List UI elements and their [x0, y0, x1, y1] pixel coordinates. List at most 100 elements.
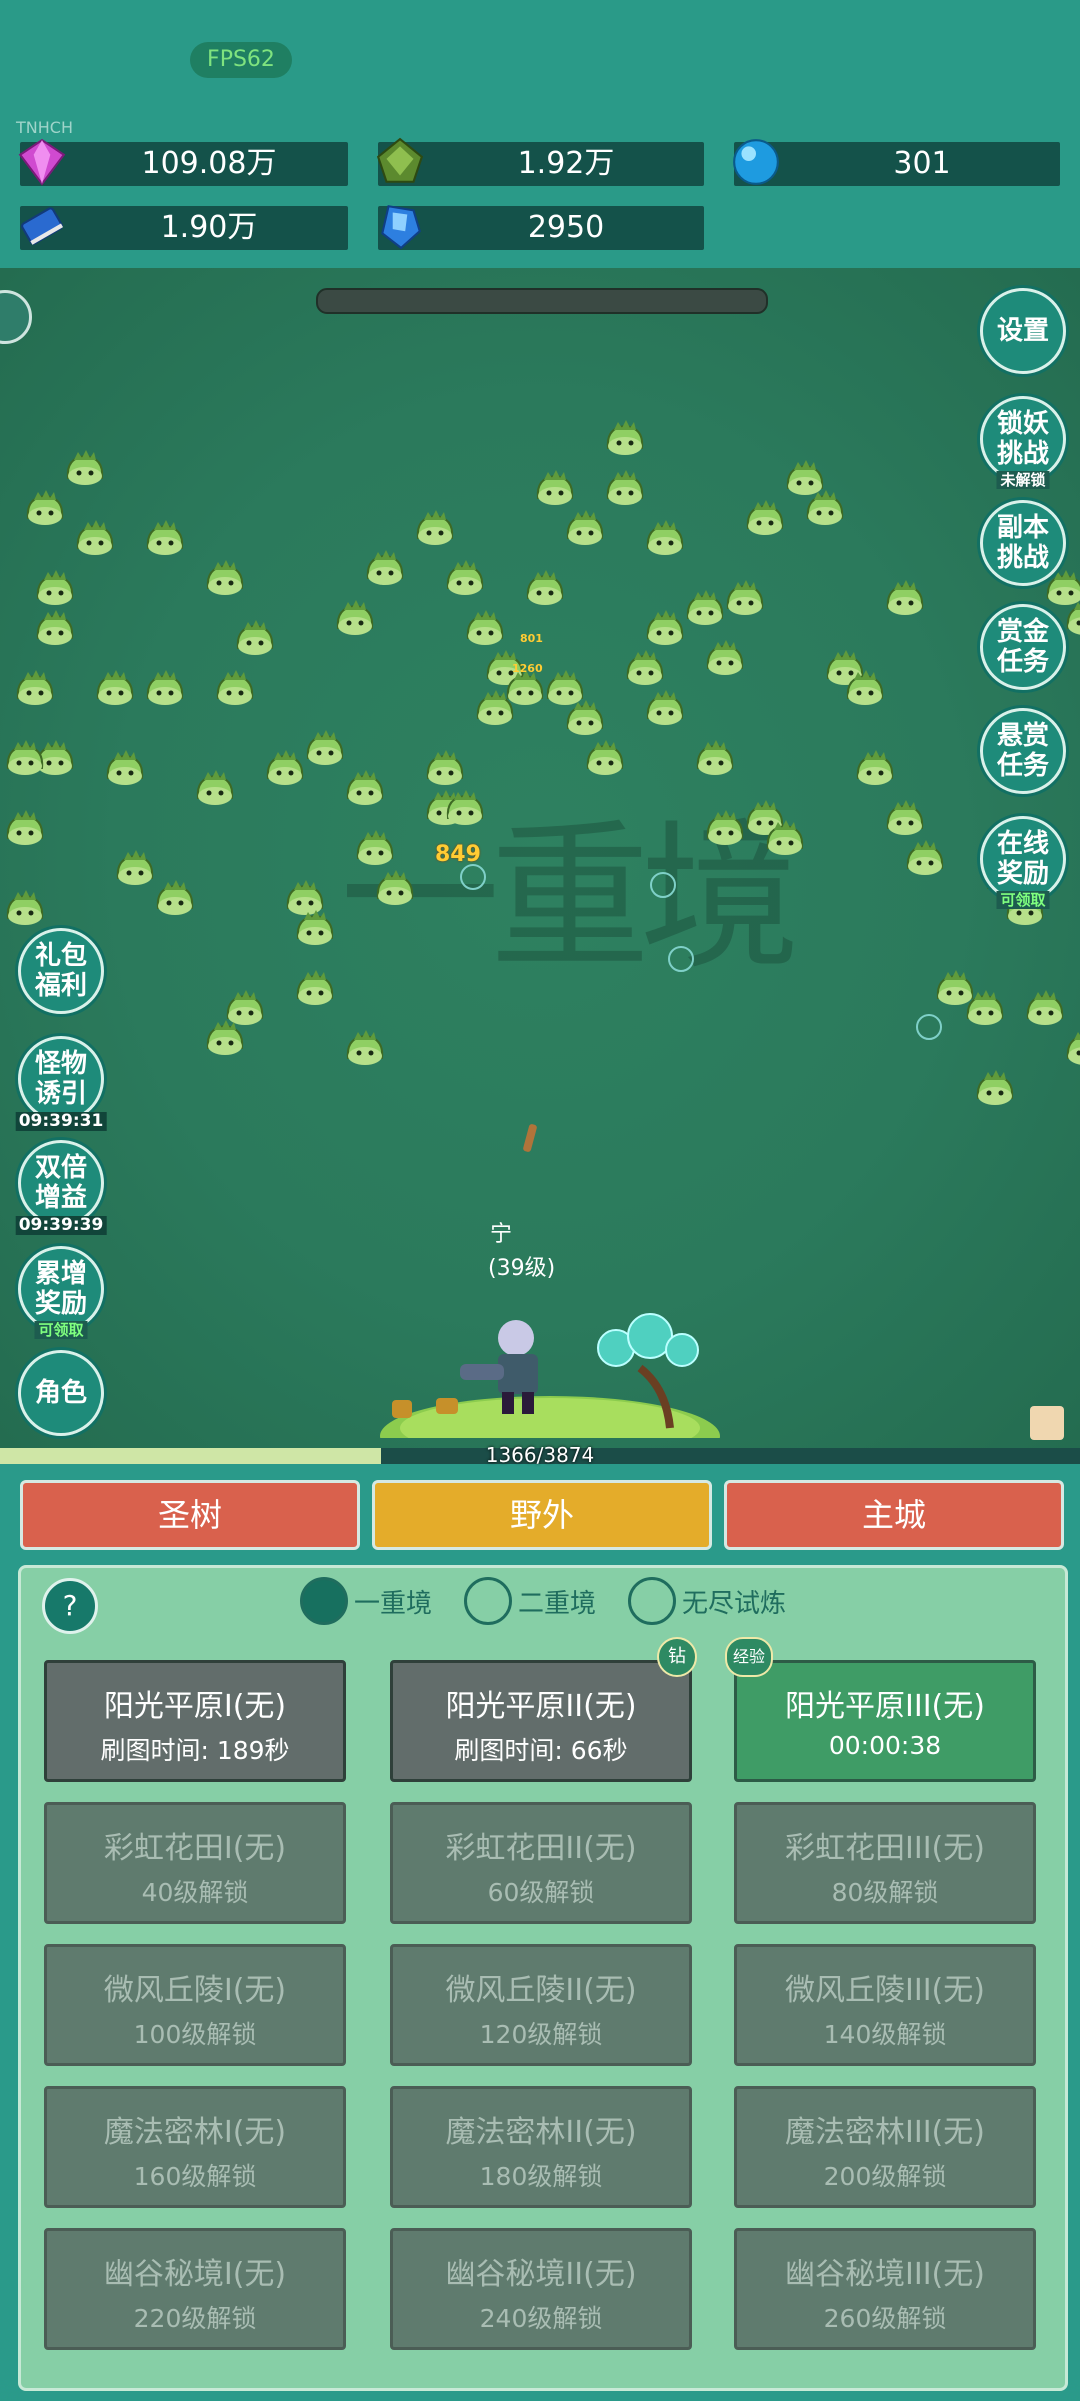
bubble [668, 946, 694, 972]
monster-sprite [706, 640, 744, 675]
dungeon-challenge-button[interactable]: 副本挑战 [980, 500, 1066, 586]
monster-sprite [206, 1020, 244, 1055]
monster-sprite [106, 750, 144, 785]
double-buff-button[interactable]: 双倍增益 09:39:39 [15, 1140, 107, 1235]
zone-card[interactable]: 魔法密林I(无) 160级解锁 [44, 2086, 346, 2208]
zone-card[interactable]: 彩虹花田I(无) 40级解锁 [44, 1802, 346, 1924]
zone-card[interactable]: 微风丘陵III(无) 140级解锁 [734, 1944, 1036, 2066]
zone-sub: 120级解锁 [479, 2020, 603, 2049]
settings-button[interactable]: 设置 [980, 288, 1066, 374]
monster-sprite [26, 490, 64, 525]
cumulative-label: 累增奖励 [34, 1259, 87, 1319]
monster-sprite [96, 670, 134, 705]
orb-value: 301 [893, 146, 951, 181]
gift-welfare-button[interactable]: 礼包福利 [18, 928, 104, 1014]
chat-icon[interactable] [1030, 1406, 1064, 1440]
monster-sprite [606, 470, 644, 505]
help-button[interactable]: ? [42, 1578, 98, 1634]
zone-name: 阳光平原II(无) [445, 1689, 637, 1724]
zone-sub: 40级解锁 [141, 1878, 249, 1907]
monster-sprite [146, 670, 184, 705]
zone-name: 幽谷秘境II(无) [445, 2257, 637, 2292]
character-button[interactable]: 角色 [18, 1350, 104, 1436]
reward-task-button[interactable]: 悬赏任务 [980, 708, 1066, 794]
book-resource: 1.90万 [20, 206, 348, 250]
monster-sprite [886, 800, 924, 835]
book-icon [21, 207, 64, 245]
online-reward-button[interactable]: 在线奖励 可领取 [980, 816, 1066, 909]
monster-sprite [906, 840, 944, 875]
tab-holy-tree[interactable]: 圣树 [20, 1480, 360, 1550]
monster-sprite [236, 620, 274, 655]
monster-sprite [466, 610, 504, 645]
zone-card[interactable]: 经验 阳光平原III(无) 00:00:38 [725, 1637, 1036, 1782]
zone-name: 魔法密林II(无) [445, 2115, 637, 2150]
monster-sprite [196, 770, 234, 805]
monster-sprite [6, 740, 44, 775]
zone-sub: 80级解锁 [831, 1878, 939, 1907]
lock-demon-challenge-button[interactable]: 锁妖挑战 未解锁 [980, 396, 1066, 489]
zone-sub: 100级解锁 [133, 2020, 257, 2049]
battle-field[interactable]: 一重境 849 801 1260 宁 (39级) 设置 锁妖挑战 未解锁 副本挑战… [0, 268, 1080, 1448]
monster-sprite [346, 1030, 384, 1065]
bubble [916, 1014, 942, 1040]
monster-sprite [626, 650, 664, 685]
monster-lure-button[interactable]: 怪物诱引 09:39:31 [15, 1036, 107, 1131]
zone-name: 阳光平原III(无) [785, 1689, 985, 1724]
online-reward-status: 可领取 [996, 891, 1050, 909]
wave-progress-bar [316, 288, 768, 314]
zone-card[interactable]: 彩虹花田III(无) 80级解锁 [734, 1802, 1036, 1924]
tab-field[interactable]: 野外 [372, 1480, 712, 1550]
emerald-resource: 1.92万 [376, 137, 704, 186]
zone-card[interactable]: 彩虹花田II(无) 60级解锁 [390, 1802, 692, 1924]
zone-sub: 刷图时间: 66秒 [454, 1736, 628, 1765]
zone-card[interactable]: 钻 阳光平原II(无) 刷图时间: 66秒 [390, 1637, 697, 1782]
bounty-task-label: 赏金任务 [996, 617, 1049, 677]
player-name: 宁 [490, 1222, 513, 1247]
player-character[interactable] [370, 1288, 730, 1438]
crystal-value: 2950 [527, 210, 605, 245]
zone-card[interactable]: 微风丘陵II(无) 120级解锁 [390, 1944, 692, 2066]
zone-card[interactable]: 幽谷秘境II(无) 240级解锁 [390, 2228, 692, 2350]
monster-sprite [526, 570, 564, 605]
zone-card[interactable]: 幽谷秘境I(无) 220级解锁 [44, 2228, 346, 2350]
minimap-button[interactable] [0, 290, 32, 344]
crystal-icon [381, 205, 421, 250]
realm-radio-1[interactable] [300, 1577, 348, 1625]
cumulative-reward-button[interactable]: 累增奖励 可领取 [18, 1246, 104, 1339]
monster-sprite [16, 670, 54, 705]
monster-sprite [36, 570, 74, 605]
monster-sprite [976, 1070, 1014, 1105]
monster-sprite [346, 770, 384, 805]
monster-sprite [536, 470, 574, 505]
zone-sub: 00:00:38 [828, 1731, 942, 1760]
realm-label-2: 二重境 [518, 1589, 597, 1619]
orb-resource: 301 [733, 139, 1060, 186]
monster-sprite [696, 740, 734, 775]
zone-name: 彩虹花田III(无) [785, 1831, 985, 1866]
monster-sprite [646, 690, 684, 725]
zone-name: 魔法密林I(无) [103, 2115, 287, 2150]
monster-sprite [356, 830, 394, 865]
zone-card[interactable]: 魔法密林III(无) 200级解锁 [734, 2086, 1036, 2208]
xp-text: 1366/3874 [485, 1443, 595, 1467]
monster-sprite [66, 450, 104, 485]
realm-radio-2[interactable] [464, 1577, 512, 1625]
zone-card[interactable]: 微风丘陵I(无) 100级解锁 [44, 1944, 346, 2066]
zone-name: 阳光平原I(无) [103, 1689, 287, 1724]
monster-sprite [606, 420, 644, 455]
monster-sprite [296, 910, 334, 945]
zone-card[interactable]: 魔法密林II(无) 180级解锁 [390, 2086, 692, 2208]
book-value: 1.90万 [160, 210, 258, 245]
zone-card[interactable]: 幽谷秘境III(无) 260级解锁 [734, 2228, 1036, 2350]
zone-name: 幽谷秘境I(无) [103, 2257, 287, 2292]
realm-radio-3[interactable] [628, 1577, 676, 1625]
monster-sprite [646, 610, 684, 645]
zone-card[interactable]: 阳光平原I(无) 刷图时间: 189秒 [44, 1660, 346, 1782]
bubble [460, 864, 486, 890]
tab-main-city[interactable]: 主城 [724, 1480, 1064, 1550]
bounty-task-button[interactable]: 赏金任务 [980, 604, 1066, 690]
lock-demon-label: 锁妖挑战 [996, 409, 1049, 469]
arrow-projectile [522, 1123, 538, 1153]
emerald-icon [376, 137, 424, 183]
